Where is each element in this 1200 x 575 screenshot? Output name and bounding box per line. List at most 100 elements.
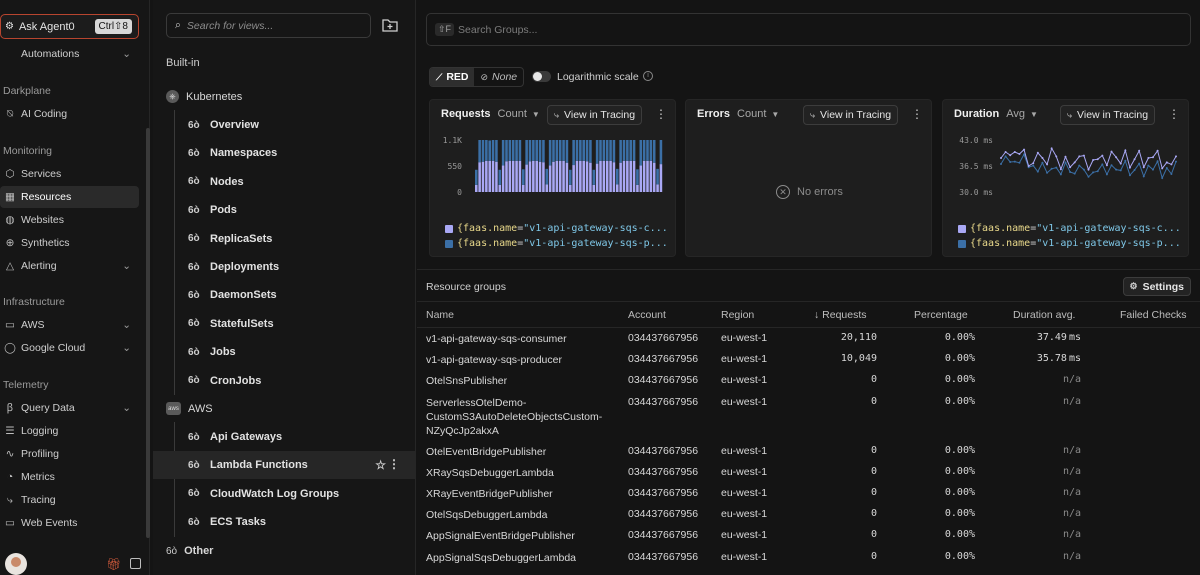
- bar-producer[interactable]: [552, 140, 555, 162]
- group-other[interactable]: 6ò Other: [166, 545, 213, 557]
- legend-item-producer[interactable]: {faas.name = "v1-api-gateway-sqs-p...: [958, 238, 1181, 249]
- view-item-cloudwatch-log-groups[interactable]: 6ò CloudWatch Log Groups: [153, 480, 416, 508]
- bar-consumer[interactable]: [565, 162, 569, 192]
- bar-consumer[interactable]: [555, 160, 559, 192]
- column-header-percentage[interactable]: Percentage: [914, 309, 968, 321]
- bar-consumer[interactable]: [505, 161, 508, 192]
- bar-consumer[interactable]: [626, 160, 629, 192]
- bar-producer[interactable]: [659, 140, 663, 165]
- column-header-duration-avg[interactable]: Duration avg.: [1013, 309, 1075, 321]
- view-item-api-gateways[interactable]: 6ò Api Gateways: [153, 423, 416, 451]
- bar-producer[interactable]: [562, 140, 565, 161]
- bar-producer[interactable]: [642, 140, 646, 161]
- bar-consumer[interactable]: [495, 161, 498, 192]
- bar-producer[interactable]: [636, 169, 639, 185]
- bar-consumer[interactable]: [538, 161, 542, 192]
- bar-producer[interactable]: [548, 140, 552, 166]
- nav-item-ai-coding[interactable]: ⍉ AI Coding: [0, 103, 139, 125]
- bar-producer[interactable]: [505, 140, 508, 162]
- bar-consumer[interactable]: [491, 160, 495, 192]
- cell-name[interactable]: OtelSnsPublisher: [426, 374, 507, 388]
- column-header-region[interactable]: Region: [721, 309, 754, 321]
- view-in-tracing-button[interactable]: ⤷ View in Tracing: [547, 105, 643, 125]
- bar-consumer[interactable]: [485, 160, 488, 192]
- column-header-name[interactable]: Name: [426, 309, 454, 321]
- bar-consumer[interactable]: [518, 160, 522, 192]
- nav-item-services[interactable]: ⬡ Services: [0, 163, 139, 185]
- bar-producer[interactable]: [639, 140, 643, 166]
- aggregation-select[interactable]: Avg: [1006, 108, 1025, 120]
- view-item-jobs[interactable]: 6ò Jobs: [153, 338, 416, 366]
- bar-producer[interactable]: [652, 140, 656, 163]
- bar-consumer[interactable]: [592, 184, 596, 192]
- nav-item-synthetics[interactable]: ⊕ Synthetics: [0, 232, 139, 254]
- bar-consumer[interactable]: [605, 160, 609, 192]
- bar-producer[interactable]: [558, 140, 562, 161]
- bar-producer[interactable]: [585, 140, 589, 162]
- bar-producer[interactable]: [508, 140, 512, 161]
- bar-consumer[interactable]: [629, 160, 632, 192]
- view-in-tracing-button[interactable]: ⤷ View in Tracing: [1060, 105, 1156, 125]
- aggregation-select[interactable]: Count: [737, 108, 766, 120]
- bar-consumer[interactable]: [619, 162, 622, 192]
- bar-producer[interactable]: [626, 140, 629, 161]
- bar-producer[interactable]: [488, 140, 491, 161]
- bar-producer[interactable]: [582, 140, 585, 161]
- cell-name[interactable]: v1-api-gateway-sqs-producer: [426, 353, 562, 367]
- bar-consumer[interactable]: [656, 184, 659, 192]
- more-icon[interactable]: ⋮: [1168, 107, 1180, 121]
- view-item-daemonsets[interactable]: 6ò DaemonSets: [153, 281, 416, 309]
- bar-consumer[interactable]: [642, 160, 646, 192]
- mode-none-button[interactable]: ⊘ None: [474, 68, 523, 86]
- bar-consumer[interactable]: [552, 161, 555, 192]
- new-folder-icon[interactable]: [381, 16, 399, 34]
- gift-icon[interactable]: 🎁︎: [106, 557, 121, 571]
- bar-consumer[interactable]: [585, 161, 589, 192]
- view-item-pods[interactable]: 6ò Pods: [153, 196, 416, 224]
- nav-item-websites[interactable]: ◍ Websites: [0, 209, 139, 231]
- bar-consumer[interactable]: [481, 161, 485, 192]
- bar-consumer[interactable]: [498, 184, 502, 192]
- views-search-input[interactable]: ⌕ Search for views...: [166, 13, 371, 38]
- bar-producer[interactable]: [532, 140, 535, 161]
- bar-consumer[interactable]: [535, 160, 538, 192]
- bar-producer[interactable]: [575, 140, 579, 161]
- bar-consumer[interactable]: [542, 162, 545, 192]
- bar-producer[interactable]: [599, 140, 602, 161]
- cell-name[interactable]: OtelSqsDebuggerLambda: [426, 508, 547, 522]
- bar-producer[interactable]: [522, 169, 525, 185]
- column-header-account[interactable]: Account: [628, 309, 666, 321]
- bar-producer[interactable]: [602, 140, 606, 161]
- bar-producer[interactable]: [646, 140, 649, 161]
- bar-producer[interactable]: [542, 140, 545, 163]
- nav-item-logging[interactable]: ☰ Logging: [0, 420, 139, 442]
- bar-consumer[interactable]: [548, 165, 552, 192]
- bar-consumer[interactable]: [515, 160, 518, 192]
- bar-consumer[interactable]: [532, 160, 535, 192]
- nav-item-query-data[interactable]: ꞵ Query Data ⌄: [0, 397, 139, 419]
- nav-item-profiling[interactable]: ∿ Profiling: [0, 443, 139, 465]
- cell-name[interactable]: OtelEventBridgePublisher: [426, 445, 546, 459]
- cell-name[interactable]: AppSignalEventBridgePublisher: [426, 529, 575, 543]
- view-item-overview[interactable]: 6ò Overview: [153, 111, 416, 139]
- bar-consumer[interactable]: [508, 160, 512, 192]
- bar-producer[interactable]: [495, 140, 498, 162]
- bar-producer[interactable]: [656, 168, 659, 185]
- bar-consumer[interactable]: [579, 160, 582, 192]
- bar-consumer[interactable]: [562, 160, 565, 192]
- bar-producer[interactable]: [498, 169, 502, 185]
- bar-producer[interactable]: [572, 140, 575, 166]
- bar-consumer[interactable]: [528, 161, 532, 192]
- bar-producer[interactable]: [491, 140, 495, 161]
- bar-consumer[interactable]: [478, 162, 481, 192]
- bar-consumer[interactable]: [488, 160, 491, 192]
- log-scale-toggle[interactable]: [532, 71, 551, 82]
- bar-producer[interactable]: [592, 169, 596, 185]
- bar-consumer[interactable]: [639, 165, 643, 192]
- more-icon[interactable]: ⋮: [655, 107, 667, 121]
- bar-producer[interactable]: [622, 140, 626, 161]
- cell-name[interactable]: XRaySqsDebuggerLambda: [426, 466, 554, 480]
- bar-producer[interactable]: [518, 140, 522, 161]
- bar-producer[interactable]: [485, 140, 488, 161]
- bar-consumer[interactable]: [622, 160, 626, 192]
